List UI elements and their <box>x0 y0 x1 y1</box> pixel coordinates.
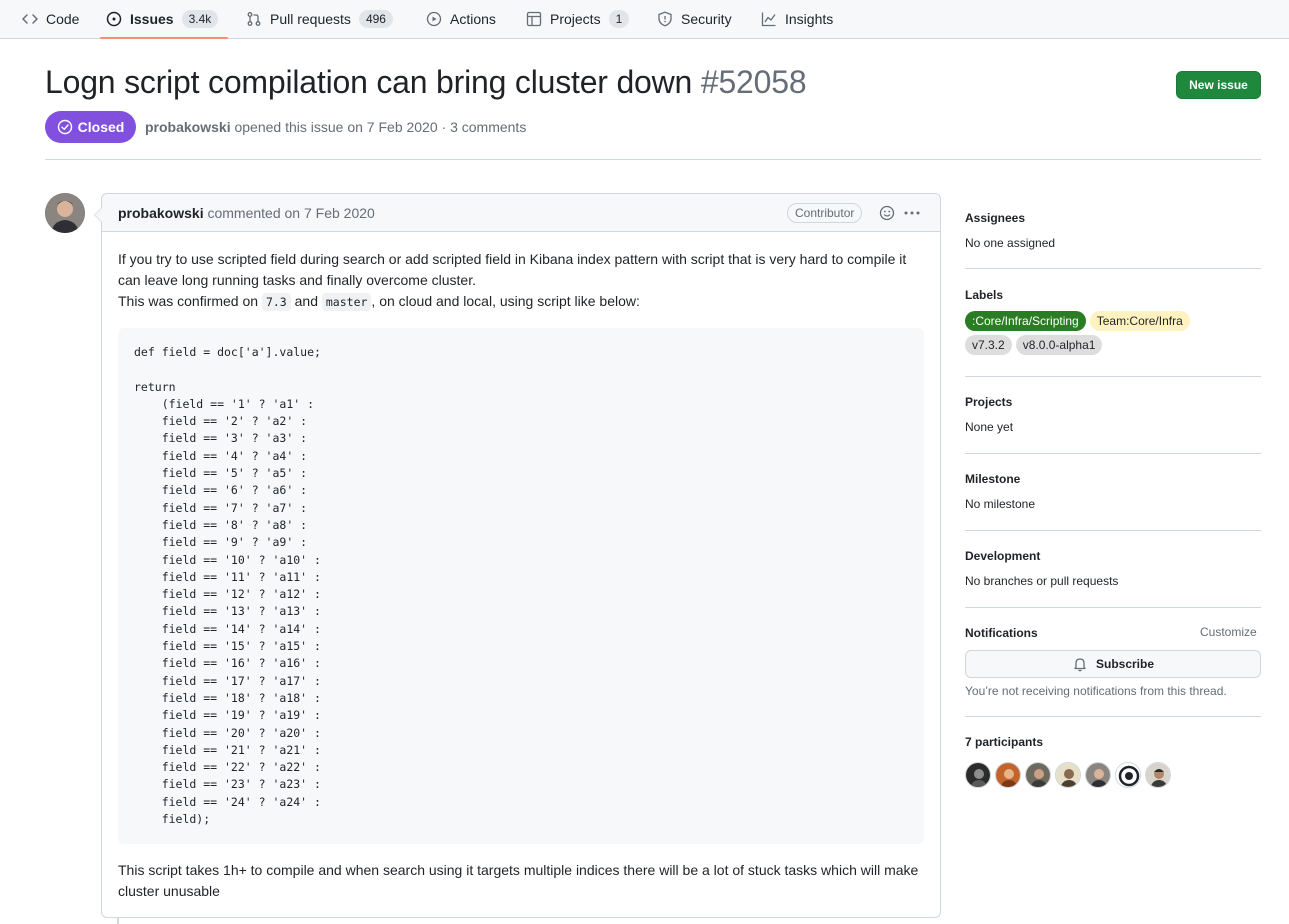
subscribe-label: Subscribe <box>1095 657 1155 671</box>
inline-code-version: 7.3 <box>261 293 291 311</box>
assignees-value: No one assigned <box>965 236 1056 250</box>
status-badge: Closed <box>45 111 136 143</box>
comment-body: If you try to use scripted field during … <box>118 249 924 313</box>
issue-title-text: Logn script compilation can bring cluste… <box>45 64 693 100</box>
sidebar-divider <box>965 607 1261 608</box>
header-divider <box>45 159 1261 160</box>
participant-avatar[interactable] <box>965 762 991 788</box>
tab-security[interactable]: Security <box>657 0 732 38</box>
pulls-count-badge: 496 <box>358 10 393 28</box>
code-icon <box>22 14 38 24</box>
label-pill[interactable]: :Core/Infra/Scripting <box>965 311 1086 331</box>
sidebar-participants: 7 participants <box>965 735 1261 749</box>
development-value: No branches or pull requests <box>965 574 1119 588</box>
new-issue-button[interactable]: New issue <box>1176 71 1261 99</box>
milestone-title[interactable]: Milestone <box>965 472 1261 486</box>
sidebar-labels: Labels :Core/Infra/Scripting Team:Core/In… <box>965 288 1261 355</box>
sidebar-divider <box>965 376 1261 377</box>
issue-meta-text: opened this issue on 7 Feb 2020 · 3 comm… <box>230 119 527 135</box>
participants-title: 7 participants <box>965 735 1044 749</box>
repo-nav: Code Issues 3.4k Pull requests 496 Actio… <box>0 0 1289 39</box>
projects-title[interactable]: Projects <box>965 395 1261 409</box>
table-icon <box>526 11 542 27</box>
contributor-badge: Contributor <box>787 203 863 223</box>
bell-icon <box>1074 658 1086 672</box>
issue-title: Logn script compilation can bring cluste… <box>45 64 807 101</box>
label-pill[interactable]: v8.0.0-alpha1 <box>1015 335 1103 355</box>
pull-request-icon <box>247 12 261 26</box>
comment-paragraph: If you try to use scripted field during … <box>118 251 907 288</box>
sidebar-development: Development No branches or pull requests <box>965 549 1261 588</box>
labels-list: :Core/Infra/Scripting Team:Core/Infra v7.3… <box>965 311 1235 355</box>
comment-paragraph-2: This was confirmed on 7.3 and master, on… <box>118 291 924 313</box>
participant-avatar[interactable] <box>1085 762 1111 788</box>
label-pill[interactable]: Team:Core/Infra <box>1089 311 1190 331</box>
tab-code[interactable]: Code <box>22 0 79 38</box>
timeline-line <box>117 918 119 924</box>
comment-paragraph-3: This script takes 1h+ to compile and whe… <box>118 862 919 899</box>
sidebar-divider <box>965 268 1261 269</box>
check-circle-icon <box>57 119 72 135</box>
tab-insights-label: Insights <box>785 11 834 27</box>
milestone-value: No milestone <box>965 497 1036 511</box>
sidebar-assignees: Assignees No one assigned <box>965 211 1261 250</box>
tab-pull-requests-label: Pull requests <box>270 11 351 27</box>
shield-icon <box>658 11 672 27</box>
sidebar-projects: Projects None yet <box>965 395 1261 434</box>
participant-avatar[interactable] <box>1025 762 1051 788</box>
tab-code-label: Code <box>46 11 80 27</box>
status-label: Closed <box>77 119 125 135</box>
inline-code-branch: master <box>321 293 372 311</box>
participant-avatar[interactable] <box>1115 762 1141 788</box>
participant-avatar[interactable] <box>995 762 1021 788</box>
tab-security-label: Security <box>681 11 732 27</box>
para2-suffix: , on cloud and local, using script like … <box>371 293 640 309</box>
notification-note: You’re not receiving notifications from … <box>965 684 1227 698</box>
tab-projects-label: Projects <box>550 11 601 27</box>
issue-number: #52058 <box>700 64 807 100</box>
code-block: def field = doc['a'].value; return (fiel… <box>118 328 924 844</box>
para2-mid: and <box>290 293 322 309</box>
sidebar-divider <box>965 716 1261 717</box>
avatar[interactable] <box>45 193 85 233</box>
tab-actions-label: Actions <box>450 11 496 27</box>
comment-author-line: probakowski commented on 7 Feb 2020 <box>118 205 375 221</box>
comment-header: probakowski commented on 7 Feb 2020 Cont… <box>102 194 940 232</box>
issue-meta: probakowski opened this issue on 7 Feb 2… <box>145 119 526 135</box>
play-icon <box>426 11 442 27</box>
sidebar-divider <box>965 453 1261 454</box>
participant-avatar[interactable] <box>1145 762 1171 788</box>
tab-projects[interactable]: Projects 1 <box>526 0 630 38</box>
tab-issues-label: Issues <box>130 11 174 27</box>
comment-author-link[interactable]: probakowski <box>118 205 204 221</box>
label-pill[interactable]: v7.3.2 <box>965 335 1012 355</box>
participant-avatar[interactable] <box>1055 762 1081 788</box>
issue-author-link[interactable]: probakowski <box>145 119 231 135</box>
comment-card: probakowski commented on 7 Feb 2020 Cont… <box>94 193 941 918</box>
development-title[interactable]: Development <box>965 549 1261 563</box>
sidebar-milestone: Milestone No milestone <box>965 472 1261 511</box>
smiley-icon[interactable] <box>879 205 895 221</box>
participants-list <box>965 762 1171 788</box>
assignees-title[interactable]: Assignees <box>965 211 1261 225</box>
customize-link[interactable]: Customize <box>1200 625 1257 639</box>
projects-value: None yet <box>965 420 1014 434</box>
labels-title[interactable]: Labels <box>965 288 1261 302</box>
sidebar-divider <box>965 530 1261 531</box>
issue-opened-icon <box>106 11 122 27</box>
tab-pull-requests[interactable]: Pull requests 496 <box>246 0 393 38</box>
graph-icon <box>761 12 776 27</box>
tab-issues[interactable]: Issues 3.4k <box>99 0 229 39</box>
tab-actions[interactable]: Actions <box>426 0 496 38</box>
projects-count-badge: 1 <box>608 10 630 28</box>
tab-insights[interactable]: Insights <box>761 0 833 38</box>
user-avatar-icon <box>45 193 85 233</box>
subscribe-button[interactable]: Subscribe <box>965 650 1261 678</box>
issues-count-badge: 3.4k <box>181 10 219 28</box>
comment-date: commented on 7 Feb 2020 <box>203 205 375 221</box>
para2-prefix: This was confirmed on <box>118 293 262 309</box>
kebab-horizontal-icon[interactable] <box>903 205 921 221</box>
